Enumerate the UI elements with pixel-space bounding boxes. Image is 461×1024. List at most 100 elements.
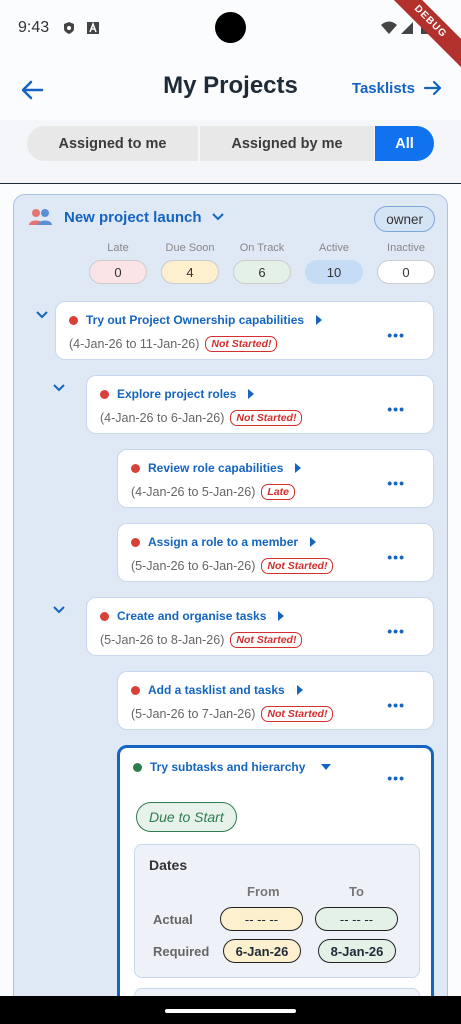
task-dates: (5-Jan-26 to 6-Jan-26) [131,559,256,573]
task-card[interactable]: Add a tasklist and tasks (5-Jan-26 to 7-… [117,671,434,730]
status-dot [69,315,78,325]
required-label: Required [153,944,210,959]
system-nav-bar [0,996,461,1024]
task-card[interactable]: Try out Project Ownership capabilities (… [55,301,434,360]
more-horizontal-icon[interactable]: ••• [387,475,405,491]
status-dot [131,463,140,473]
filter-assigned-to-me[interactable]: Assigned to me [27,126,198,161]
more-horizontal-icon[interactable]: ••• [387,327,405,343]
status-tag: Not Started! [261,706,334,722]
stat-label: On Track [239,242,285,254]
stat-due-soon: Due Soon 4 [161,242,219,284]
task-title-row: Assign a role to a member [131,535,317,549]
app-header: My Projects Tasklists [0,58,461,120]
role-badge: owner [374,206,435,232]
more-horizontal-icon[interactable]: ••• [387,770,405,786]
caret-right-icon [316,315,323,325]
stat-on-track: On Track 6 [233,242,291,284]
task-card-expanded[interactable]: Try subtasks and hierarchy ••• Due to St… [117,745,434,1023]
font-icon [87,21,99,34]
stat-value[interactable]: 0 [89,260,147,284]
caret-right-icon [278,611,285,621]
project-title: New project launch [64,208,202,226]
more-horizontal-icon[interactable]: ••• [387,623,405,639]
stat-late: Late 0 [89,242,147,284]
status-tag: Late [261,484,295,500]
stat-value[interactable]: 10 [305,260,363,284]
task-dates-row: (4-Jan-26 to 11-Jan-26) Not Started! [69,336,278,352]
task-dates-row: (5-Jan-26 to 7-Jan-26) Not Started! [131,706,334,722]
status-tag: Not Started! [230,410,303,426]
filter-assigned-by-me[interactable]: Assigned by me [200,126,374,161]
stat-label: Late [107,242,129,254]
task-title-row: Try subtasks and hierarchy [133,760,332,774]
status-tag: Not Started! [205,336,278,352]
filter-bar: Assigned to me Assigned by me All [0,120,461,184]
status-tag: Not Started! [230,632,303,648]
filter-all[interactable]: All [375,126,434,161]
people-group-icon [29,209,52,225]
task-name: Try out Project Ownership capabilities [86,313,305,327]
task-title-row: Try out Project Ownership capabilities [69,313,323,327]
task-title-row: Review role capabilities [131,461,302,475]
task-name: Try subtasks and hierarchy [150,760,306,774]
tasklists-button[interactable]: Tasklists [352,78,443,98]
task-name: Explore project roles [117,387,237,401]
chevron-down-icon[interactable] [34,307,50,323]
chevron-down-icon [211,213,224,221]
to-header: To [349,884,364,899]
stat-active: Active 10 [305,242,363,284]
task-name: Add a tasklist and tasks [148,683,285,697]
required-to-field[interactable]: 8-Jan-26 [318,939,396,963]
status-dot [133,762,142,772]
wifi-icon [381,21,397,34]
task-card[interactable]: Review role capabilities (4-Jan-26 to 5-… [117,449,434,508]
tasklists-label: Tasklists [351,79,415,97]
task-title-row: Add a tasklist and tasks [131,683,303,697]
stat-label: Active [319,242,349,254]
actual-from-field[interactable]: -- -- -- [220,907,303,931]
status-tag: Not Started! [261,558,334,574]
task-card[interactable]: Create and organise tasks (5-Jan-26 to 8… [86,597,434,656]
arrow-right-icon [423,80,442,96]
more-horizontal-icon[interactable]: ••• [387,549,405,565]
task-name: Review role capabilities [148,461,284,475]
actual-to-field[interactable]: -- -- -- [315,907,398,931]
chevron-down-icon[interactable] [51,602,67,618]
task-dates-row: (5-Jan-26 to 8-Jan-26) Not Started! [100,632,303,648]
stat-value[interactable]: 4 [161,260,219,284]
stat-inactive: Inactive 0 [377,242,435,284]
more-horizontal-icon[interactable]: ••• [387,401,405,417]
chevron-down-icon[interactable] [51,380,67,396]
dates-panel: Dates From To Actual Required -- -- -- -… [134,844,420,978]
stat-label: Due Soon [165,242,215,254]
home-handle[interactable] [165,1009,296,1013]
stat-value[interactable]: 0 [377,260,435,284]
task-dates: (4-Jan-26 to 11-Jan-26) [69,337,200,351]
clock: 9:43 [18,19,50,36]
task-dates-row: (4-Jan-26 to 6-Jan-26) Not Started! [100,410,303,426]
project-stats: Late 0 Due Soon 4 On Track 6 Active 10 I… [89,242,435,287]
status-pill: Due to Start [136,802,237,832]
status-dot [131,537,140,547]
caret-right-icon [295,463,302,473]
status-dot [100,389,109,399]
project-card: New project launch owner Late 0 Due Soon… [13,194,448,1024]
actual-label: Actual [153,912,193,927]
more-horizontal-icon[interactable]: ••• [387,697,405,713]
shield-icon [64,22,74,34]
project-header[interactable]: New project launch [28,207,224,227]
required-from-field[interactable]: 6-Jan-26 [223,939,301,963]
status-bar: 9:43 DEBUG [0,0,461,76]
task-card[interactable]: Explore project roles (4-Jan-26 to 6-Jan… [86,375,434,434]
caret-down-icon[interactable] [321,764,332,770]
task-title-row: Explore project roles [100,387,255,401]
task-dates: (5-Jan-26 to 8-Jan-26) [100,633,225,647]
task-dates: (4-Jan-26 to 6-Jan-26) [100,411,225,425]
from-header: From [247,884,280,899]
caret-right-icon [296,685,303,695]
stat-value[interactable]: 6 [233,260,291,284]
camera-cutout [215,12,246,43]
task-card[interactable]: Assign a role to a member (5-Jan-26 to 6… [117,523,434,582]
stat-label: Inactive [387,242,425,254]
